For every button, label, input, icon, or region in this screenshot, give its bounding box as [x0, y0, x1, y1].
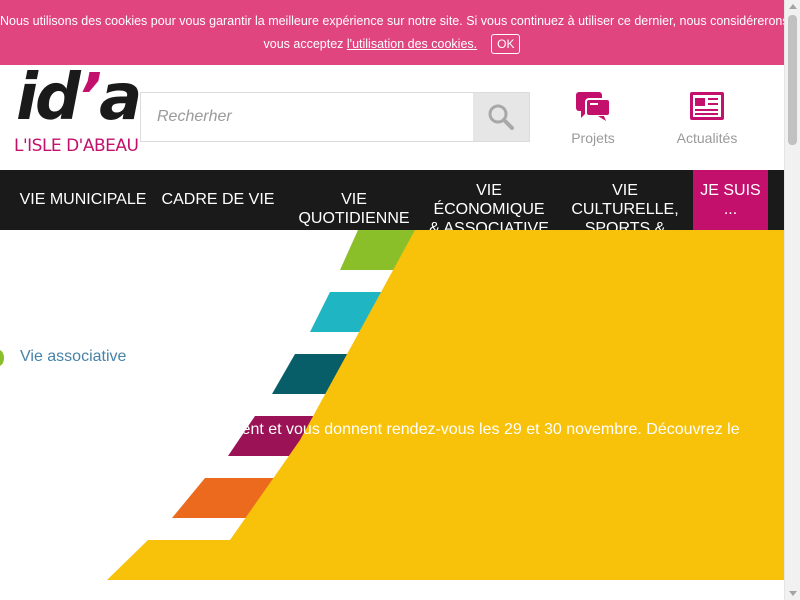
cookie-message-end: vous acceptez l'utilisation des cookies. — [263, 37, 478, 51]
shortcut-actualites[interactable]: Actualités — [662, 88, 752, 146]
main-nav: VIE MUNICIPALE CADRE DE VIE VIE QUOTIDIE… — [0, 170, 784, 230]
scroll-up-icon[interactable] — [789, 4, 797, 9]
nav-item-vie-quotidienne[interactable]: VIE QUOTIDIENNE — [290, 170, 418, 230]
nav-item-je-suis[interactable]: JE SUIS ... — [693, 170, 768, 230]
cookie-policy-link[interactable]: l'utilisation des cookies. — [347, 37, 477, 51]
page: Nous utilisons des cookies pour vous gar… — [0, 0, 800, 600]
search-input[interactable] — [141, 93, 475, 141]
nav-item-vie-economique[interactable]: VIE ÉCONOMIQUE & ASSOCIATIVE — [424, 170, 554, 230]
cookie-message: Nous utilisons des cookies pour vous gar… — [0, 14, 784, 28]
logo-mark: id’a — [16, 61, 142, 135]
hero-banner[interactable]: Vie associative isent et vous donnent re… — [0, 230, 784, 580]
newspaper-icon — [690, 92, 724, 120]
shortcut-projets[interactable]: Projets — [548, 88, 638, 146]
nav-item-vie-municipale[interactable]: VIE MUNICIPALE — [10, 170, 156, 230]
hero-category[interactable]: Vie associative — [20, 348, 126, 366]
scroll-down-icon[interactable] — [789, 591, 797, 596]
hero-teaser[interactable]: isent et vous donnent rendez-vous les 29… — [230, 421, 740, 439]
cookie-banner: Nous utilisons des cookies pour vous gar… — [0, 0, 784, 65]
page-scrollbar[interactable] — [784, 0, 800, 600]
shortcut-label: Projets — [571, 130, 615, 146]
yellow-panel — [107, 230, 784, 580]
shortcut-label: Actualités — [676, 130, 738, 146]
search-button[interactable] — [473, 93, 529, 141]
hero-artwork — [107, 230, 784, 580]
cookie-consent-row: vous acceptez l'utilisation des cookies.… — [0, 34, 784, 54]
logo-subtitle: L'ISLE D'ABEAU — [14, 136, 139, 156]
nav-item-cadre-de-vie[interactable]: CADRE DE VIE — [156, 170, 280, 230]
search-box — [140, 92, 530, 142]
search-icon — [488, 104, 514, 130]
nav-item-vie-culturelle[interactable]: VIE CULTURELLE, SPORTS & — [560, 170, 690, 230]
cookie-ok-button[interactable]: OK — [491, 34, 521, 54]
speech-bubbles-icon — [576, 92, 611, 121]
site-logo[interactable]: id’a L'ISLE D'ABEAU — [14, 66, 142, 162]
scroll-thumb[interactable] — [788, 15, 797, 145]
